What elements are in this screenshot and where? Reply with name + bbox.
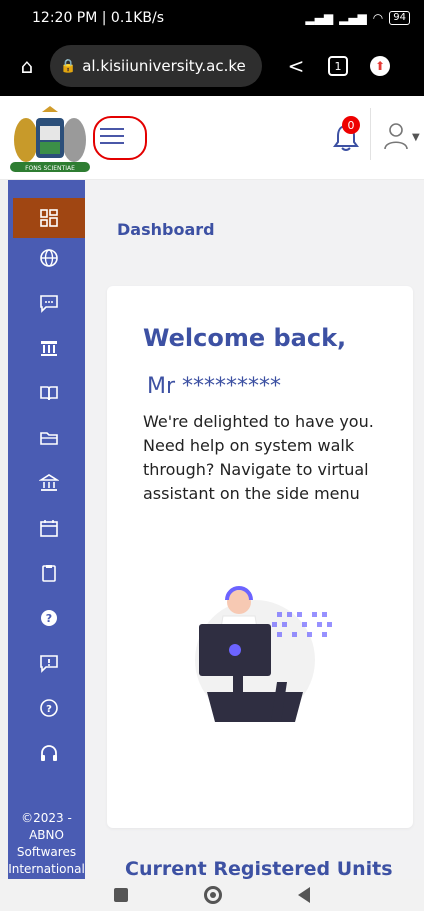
back-button[interactable] (298, 887, 310, 903)
sidebar-item-messages[interactable] (13, 283, 85, 323)
clipboard-icon (42, 565, 56, 582)
sidebar-item-calendar[interactable] (13, 508, 85, 548)
user-name: Mr ********* (147, 374, 282, 399)
status-bar: 12:20 PM | 0.1KB/s ▂▄▆ ▂▄▆ ◠ 94 (0, 0, 424, 36)
url-text: al.kisiiuniversity.ac.ke (82, 57, 246, 75)
menu-toggle-button[interactable] (98, 122, 126, 150)
globe-icon (40, 249, 58, 267)
sidebar-item-report[interactable] (13, 643, 85, 683)
sidebar-item-clipboard[interactable] (13, 553, 85, 593)
sidebar-item-portal[interactable] (13, 238, 85, 278)
tabs-icon[interactable]: 1 (328, 56, 348, 76)
svg-text:?: ? (46, 612, 52, 625)
hamburger-line (100, 128, 124, 131)
welcome-card: Welcome back, Mr ********* We're delight… (107, 286, 413, 828)
signal-icon: ▂▄▆ (305, 11, 334, 25)
sidebar-item-documents[interactable] (13, 418, 85, 458)
hamburger-line (100, 134, 124, 137)
sidebar-item-courses[interactable] (13, 373, 85, 413)
institution-icon (39, 474, 59, 491)
sidebar-item-virtual-assistant[interactable] (13, 733, 85, 773)
address-bar[interactable]: 🔒 al.kisiiuniversity.ac.ke (50, 45, 262, 87)
virtual-assistant-illustration (195, 586, 332, 722)
page-title: Dashboard (117, 220, 215, 239)
home-icon[interactable]: ⌂ (10, 54, 44, 78)
status-indicators: ▂▄▆ ▂▄▆ ◠ 94 (305, 11, 410, 25)
user-avatar-icon[interactable] (384, 122, 408, 150)
lock-icon: 🔒 (60, 58, 77, 74)
update-icon[interactable]: ⬆ (370, 56, 390, 76)
system-nav-bar (0, 879, 424, 911)
calendar-icon (40, 520, 58, 537)
headphones-icon (41, 745, 57, 761)
sidebar-item-faq[interactable]: ? (13, 598, 85, 638)
recent-apps-button[interactable] (114, 888, 128, 902)
welcome-title: Welcome back, (143, 324, 347, 352)
open-book-icon (40, 386, 58, 401)
sidebar-item-finance[interactable] (13, 328, 85, 368)
welcome-message: We're delighted to have you. Need help o… (143, 412, 374, 503)
chat-message-icon (40, 295, 58, 313)
app-header: FONS SCIENTIAE (0, 96, 424, 180)
bank-icon (41, 341, 57, 356)
notification-badge: 0 (342, 116, 360, 134)
folder-icon (40, 432, 58, 445)
help-outline-icon: ? (40, 699, 58, 717)
chevron-down-icon[interactable]: ▼ (412, 132, 420, 143)
sidebar-item-dashboard[interactable] (13, 198, 85, 238)
sidebar-item-institution[interactable] (13, 463, 85, 503)
current-units-heading: Current Registered Units (125, 858, 393, 879)
sidebar-item-help[interactable]: ? (13, 688, 85, 728)
browser-toolbar: ⌂ 🔒 al.kisiiuniversity.ac.ke < 1 ⬆ (0, 36, 424, 96)
status-time: 12:20 PM | 0.1KB/s (32, 10, 164, 26)
main-content: Dashboard Welcome back, Mr ********* We'… (85, 180, 424, 879)
dashboard-grid-icon (40, 209, 58, 227)
header-divider (370, 108, 371, 160)
wifi-icon: ◠ (372, 11, 384, 25)
battery-icon: 94 (389, 11, 410, 25)
svg-text:?: ? (46, 704, 52, 715)
sidebar: ? ? ©2023 - ABNO Softwares International (8, 180, 85, 879)
university-logo[interactable]: FONS SCIENTIAE (6, 104, 94, 176)
share-icon[interactable]: < (284, 54, 308, 78)
sidebar-copyright: ©2023 - ABNO Softwares International (8, 811, 85, 876)
hamburger-line (100, 141, 124, 144)
report-alert-icon (40, 655, 58, 673)
help-filled-icon: ? (41, 610, 57, 626)
home-button[interactable] (204, 886, 222, 904)
logo-motto: FONS SCIENTIAE (25, 165, 75, 172)
signal-icon: ▂▄▆ (339, 11, 367, 25)
